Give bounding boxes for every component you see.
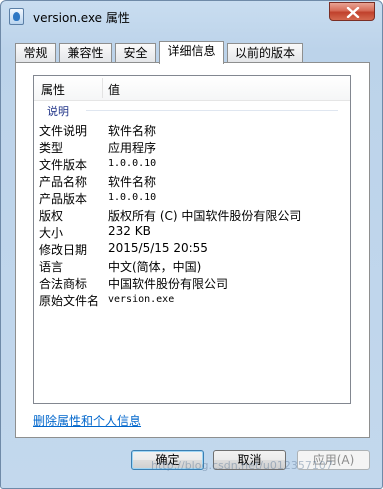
property-value: 软件名称 bbox=[108, 175, 157, 189]
list-header: 属性 值 bbox=[34, 76, 350, 101]
property-value: version.exe bbox=[108, 294, 175, 305]
watermark: http://blog.csdn.net/u012357107 bbox=[151, 459, 333, 472]
property-value: 2015/5/15 20:55 bbox=[108, 241, 208, 255]
details-panel: 属性 值 说明 文件说明 软件名称 类型 应用程序 文件版本 1.0.0.10 产品名… bbox=[15, 62, 370, 438]
tab-general[interactable]: 常规 bbox=[15, 43, 56, 62]
list-item[interactable]: 产品版本 1.0.0.10 bbox=[39, 190, 345, 207]
property-name: 产品版本 bbox=[39, 192, 88, 206]
list-item[interactable]: 文件说明 软件名称 bbox=[39, 122, 345, 139]
tab-previous-versions[interactable]: 以前的版本 bbox=[227, 43, 303, 62]
property-value: 中国软件股份有限公司 bbox=[108, 277, 229, 291]
column-header-property[interactable]: 属性 bbox=[41, 81, 65, 98]
list-item[interactable]: 文件版本 1.0.0.10 bbox=[39, 156, 345, 173]
list-item[interactable]: 大小 232 KB bbox=[39, 224, 345, 241]
list-item[interactable]: 类型 应用程序 bbox=[39, 139, 345, 156]
property-name: 文件说明 bbox=[39, 124, 88, 138]
property-value: 中文(简体，中国) bbox=[108, 260, 202, 274]
column-header-value[interactable]: 值 bbox=[108, 81, 120, 98]
list-item[interactable]: 版权 版权所有 (C) 中国软件股份有限公司 bbox=[39, 207, 345, 224]
property-name: 类型 bbox=[39, 141, 64, 155]
property-name: 产品名称 bbox=[39, 175, 88, 189]
property-name: 合法商标 bbox=[39, 277, 88, 291]
list-item[interactable]: 语言 中文(简体，中国) bbox=[39, 258, 345, 275]
property-value: 版权所有 (C) 中国软件股份有限公司 bbox=[108, 209, 302, 223]
property-name: 文件版本 bbox=[39, 158, 88, 172]
remove-properties-link[interactable]: 删除属性和个人信息 bbox=[33, 412, 141, 429]
close-icon bbox=[346, 7, 360, 18]
property-name: 原始文件名 bbox=[39, 294, 100, 308]
property-value: 1.0.0.10 bbox=[108, 158, 157, 169]
property-name: 修改日期 bbox=[39, 243, 88, 257]
list-item[interactable]: 产品名称 软件名称 bbox=[39, 173, 345, 190]
property-name: 版权 bbox=[39, 209, 64, 223]
property-value: 应用程序 bbox=[108, 141, 157, 155]
property-name: 语言 bbox=[39, 260, 64, 274]
group-divider bbox=[86, 110, 338, 111]
window-title: version.exe 属性 bbox=[33, 11, 130, 25]
properties-window: version.exe 属性 常规 兼容性 安全 详细信息 以前的版本 属性 值… bbox=[0, 0, 383, 489]
details-list[interactable]: 属性 值 说明 文件说明 软件名称 类型 应用程序 文件版本 1.0.0.10 产品名… bbox=[33, 75, 351, 404]
tab-compatibility[interactable]: 兼容性 bbox=[59, 43, 112, 62]
app-icon bbox=[9, 8, 24, 25]
property-name: 大小 bbox=[39, 226, 64, 240]
close-button[interactable] bbox=[329, 2, 375, 21]
list-item[interactable]: 修改日期 2015/5/15 20:55 bbox=[39, 241, 345, 258]
group-heading: 说明 bbox=[47, 105, 69, 118]
property-value: 1.0.0.10 bbox=[108, 192, 157, 203]
tab-bar: 常规 兼容性 安全 详细信息 以前的版本 bbox=[15, 41, 371, 64]
tab-details[interactable]: 详细信息 bbox=[159, 41, 224, 64]
list-item[interactable]: 原始文件名 version.exe bbox=[39, 292, 345, 309]
list-item[interactable]: 合法商标 中国软件股份有限公司 bbox=[39, 275, 345, 292]
property-value: 软件名称 bbox=[108, 124, 157, 138]
property-rows: 文件说明 软件名称 类型 应用程序 文件版本 1.0.0.10 产品名称 软件名称 产品… bbox=[39, 122, 345, 309]
property-value: 232 KB bbox=[108, 224, 151, 238]
tab-security[interactable]: 安全 bbox=[115, 43, 156, 62]
column-divider[interactable] bbox=[102, 78, 103, 98]
title-bar[interactable]: version.exe 属性 bbox=[1, 1, 382, 31]
